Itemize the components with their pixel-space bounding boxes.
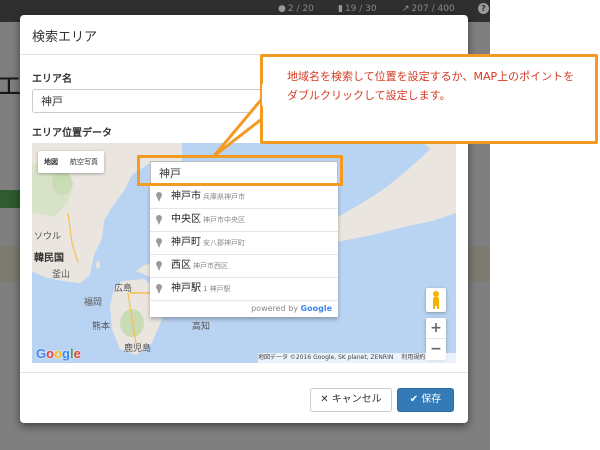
- callout-box: 地域名を検索して位置を設定するか、MAP上のポイントをダブルクリックして設定しま…: [260, 54, 598, 144]
- stat-bars: ▮ 19 / 30: [338, 4, 377, 14]
- suggestion-sub: 兵庫県神戸市: [203, 193, 245, 201]
- map-pin-icon: [156, 261, 162, 271]
- attribution-text: 地図データ ©2016 Google, SK planet, ZENRIN: [258, 354, 394, 361]
- suggestion-sub: 神戸市西区: [193, 262, 228, 270]
- stat-value: 207 / 400: [411, 4, 455, 14]
- street-view-pegman-icon[interactable]: [426, 288, 446, 312]
- autocomplete-item[interactable]: 神戸駅 1 神戸駅: [150, 277, 338, 300]
- area-name-label: エリア名: [32, 74, 72, 85]
- map-type-satellite[interactable]: 航空写真: [64, 151, 104, 173]
- trend-icon: ↗: [402, 4, 410, 14]
- map-label-fukuoka: 福岡: [84, 298, 103, 308]
- map-label-kochi: 高知: [192, 322, 211, 332]
- map-pin-icon: [156, 284, 162, 294]
- autocomplete-item[interactable]: 神戸市 兵庫県神戸市: [150, 185, 338, 208]
- stat-globe: ● 2 / 20: [278, 4, 314, 14]
- suggestion-sub: 安八郡神戸町: [203, 239, 245, 247]
- powered-by-brand: Google: [300, 304, 332, 313]
- map-pin-icon: [156, 215, 162, 225]
- autocomplete-list: 神戸市 兵庫県神戸市 中央区 神戸市中央区 神戸町 安八郡神戸町 西区 神戸市西区 神戸…: [150, 185, 338, 317]
- powered-by-google: powered by Google: [150, 300, 338, 317]
- check-icon: ✔: [409, 394, 419, 405]
- globe-icon: ●: [278, 4, 286, 14]
- suggestion-sub: 1 神戸駅: [203, 285, 231, 293]
- stat-trend: ↗ 207 / 400: [402, 4, 455, 14]
- logo-letter: G: [36, 346, 47, 361]
- map-label-busan: 釜山: [52, 270, 71, 280]
- suggestion-main: 神戸市: [171, 191, 201, 202]
- suggestion-main: 西区: [171, 260, 191, 271]
- bar-chart-icon: ▮: [338, 4, 343, 14]
- modal-title: 検索エリア: [32, 30, 98, 45]
- save-button[interactable]: ✔ 保存: [397, 388, 454, 412]
- map-label-kagoshima: 鹿児島: [124, 344, 152, 354]
- close-icon: ✕: [320, 394, 329, 405]
- map-label-korea: 韓民国: [34, 253, 64, 264]
- map-label-kumamoto: 熊本: [92, 322, 111, 332]
- autocomplete-item[interactable]: 中央区 神戸市中央区: [150, 208, 338, 231]
- map-pin-icon: [156, 192, 162, 202]
- zoom-in-button[interactable]: +: [426, 318, 446, 339]
- callout-text: 地域名を検索して位置を設定するか、MAP上のポイントをダブルクリックして設定しま…: [287, 70, 575, 102]
- terms-link[interactable]: 利用規約: [401, 354, 425, 361]
- google-logo: Google: [36, 346, 81, 361]
- logo-letter: o: [46, 346, 55, 361]
- search-highlight-box: [137, 155, 343, 186]
- map-label-seoul: ソウル: [34, 232, 62, 242]
- modal-footer: ✕ キャンセル ✔ 保存: [20, 372, 468, 423]
- stat-value: 19 / 30: [344, 4, 377, 14]
- cancel-button[interactable]: ✕ キャンセル: [310, 388, 392, 412]
- suggestion-main: 中央区: [171, 214, 201, 225]
- logo-letter: e: [73, 346, 81, 361]
- logo-letter: g: [62, 346, 70, 361]
- logo-letter: o: [54, 346, 63, 361]
- suggestion-main: 神戸駅: [171, 283, 201, 294]
- map-attribution: 地図データ ©2016 Google, SK planet, ZENRIN 利用規…: [258, 353, 456, 363]
- suggestion-main: 神戸町: [171, 237, 201, 248]
- suggestion-sub: 神戸市中央区: [203, 216, 245, 224]
- cancel-label: キャンセル: [331, 394, 382, 405]
- area-location-label: エリア位置データ: [32, 128, 112, 139]
- stat-value: 2 / 20: [287, 4, 314, 14]
- help-icon[interactable]: ?: [478, 3, 489, 14]
- modal-header: 検索エリア: [20, 15, 468, 55]
- powered-by-text: powered by: [251, 304, 298, 313]
- pegman-icon: [433, 291, 439, 309]
- map-label-hiroshima: 広島: [114, 284, 133, 294]
- map-type-control: 地図 航空写真: [38, 151, 104, 173]
- autocomplete-item[interactable]: 神戸町 安八郡神戸町: [150, 231, 338, 254]
- map-type-map[interactable]: 地図: [38, 151, 64, 173]
- save-label: 保存: [421, 394, 442, 405]
- autocomplete-item[interactable]: 西区 神戸市西区: [150, 254, 338, 277]
- map-pin-icon: [156, 238, 162, 248]
